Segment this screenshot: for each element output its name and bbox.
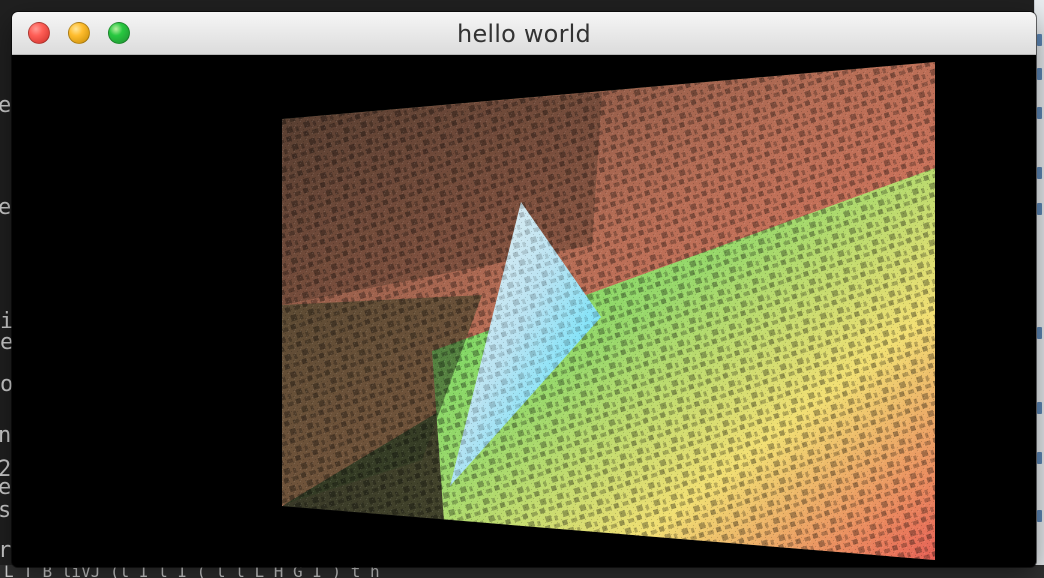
edge-marker xyxy=(1037,167,1042,179)
window-titlebar[interactable]: hello world xyxy=(12,12,1036,55)
render-canvas[interactable] xyxy=(12,55,1036,567)
backdrop-fragment: r xyxy=(0,538,12,563)
edge-marker xyxy=(1037,402,1042,414)
edge-marker xyxy=(1037,510,1042,522)
edge-marker xyxy=(1037,107,1042,119)
render-scene xyxy=(282,62,935,560)
edge-marker xyxy=(1037,34,1042,46)
edge-marker xyxy=(1037,203,1042,215)
hello-world-window[interactable]: hello world xyxy=(12,12,1036,567)
edge-marker xyxy=(1037,327,1042,339)
window-title: hello world xyxy=(457,20,591,48)
edge-marker xyxy=(1037,68,1042,80)
edge-marker xyxy=(1037,452,1042,464)
